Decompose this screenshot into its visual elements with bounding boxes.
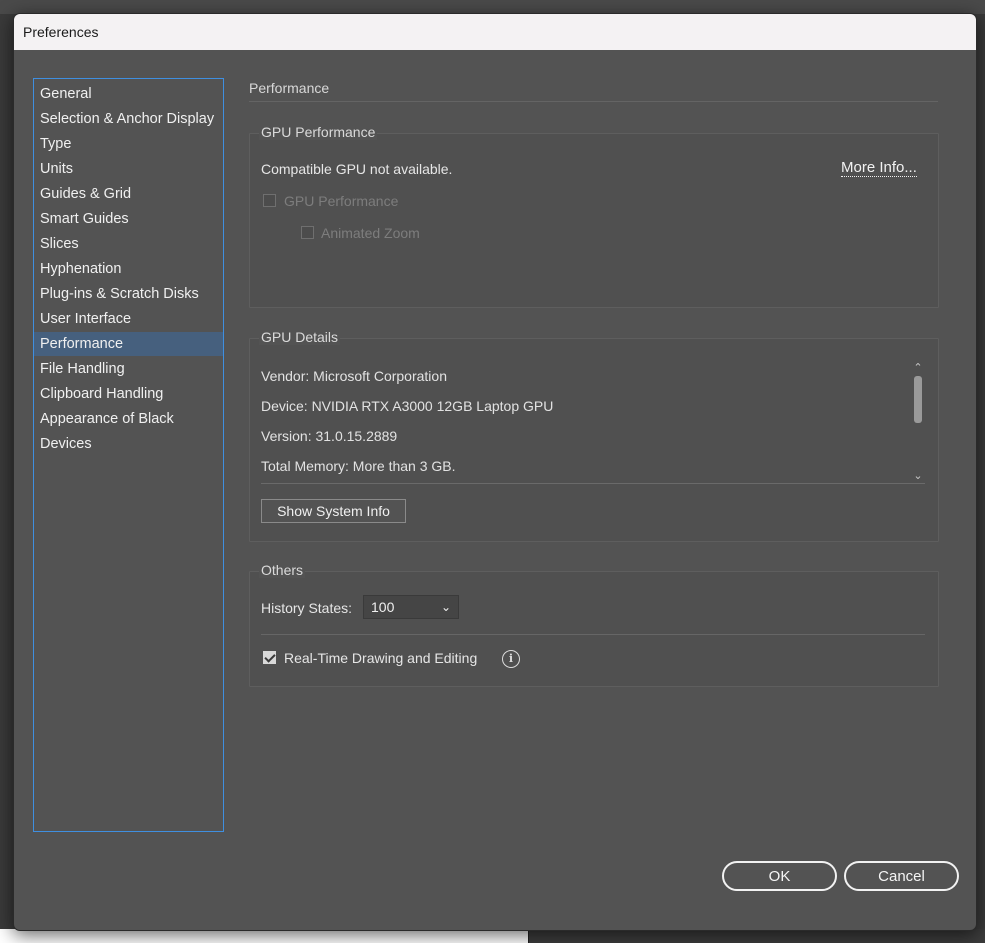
- category-plugins-scratch-disks[interactable]: Plug-ins & Scratch Disks: [34, 282, 223, 306]
- history-states-label: History States:: [261, 600, 353, 616]
- chevron-down-icon: ⌄: [440, 600, 451, 614]
- scroll-thumb[interactable]: [914, 376, 922, 423]
- gpu-status-text: Compatible GPU not available.: [261, 161, 453, 177]
- section-title: Performance: [249, 80, 330, 96]
- more-info-link[interactable]: More Info...: [841, 160, 917, 177]
- category-selection-anchor-display[interactable]: Selection & Anchor Display: [34, 107, 223, 131]
- scroll-down-icon[interactable]: ⌄: [911, 469, 925, 483]
- background-app-bar: [0, 0, 985, 14]
- category-list[interactable]: General Selection & Anchor Display Type …: [33, 78, 224, 832]
- category-type[interactable]: Type: [34, 132, 223, 156]
- details-list-bottom-border: [261, 483, 925, 484]
- realtime-drawing-checkbox[interactable]: [263, 651, 276, 664]
- gpu-details-scrollbar[interactable]: ⌃ ⌄: [911, 361, 925, 485]
- category-performance[interactable]: Performance: [34, 332, 223, 356]
- category-clipboard-handling[interactable]: Clipboard Handling: [34, 382, 223, 406]
- history-states-value: 100: [371, 599, 395, 615]
- background-strip: [0, 929, 528, 943]
- category-slices[interactable]: Slices: [34, 232, 223, 256]
- category-hyphenation[interactable]: Hyphenation: [34, 257, 223, 281]
- info-icon[interactable]: i: [502, 650, 520, 668]
- title-bar[interactable]: Preferences: [14, 14, 976, 50]
- gpu-vendor-text: Vendor: Microsoft Corporation: [261, 368, 447, 384]
- show-system-info-button[interactable]: Show System Info: [261, 499, 406, 523]
- category-user-interface[interactable]: User Interface: [34, 307, 223, 331]
- others-legend: Others: [259, 562, 306, 578]
- gpu-performance-checkbox[interactable]: [263, 194, 276, 207]
- animated-zoom-checkbox-label: Animated Zoom: [321, 225, 420, 241]
- scroll-up-icon[interactable]: ⌃: [911, 361, 925, 375]
- category-devices[interactable]: Devices: [34, 432, 223, 456]
- realtime-drawing-label: Real-Time Drawing and Editing: [284, 650, 478, 666]
- category-appearance-of-black[interactable]: Appearance of Black: [34, 407, 223, 431]
- window-title: Preferences: [23, 24, 99, 40]
- section-divider: [249, 101, 938, 102]
- category-file-handling[interactable]: File Handling: [34, 357, 223, 381]
- gpu-details-legend: GPU Details: [259, 329, 341, 345]
- preferences-dialog: Preferences General Selection & Anchor D…: [13, 13, 977, 931]
- cancel-button[interactable]: Cancel: [844, 861, 959, 891]
- gpu-performance-legend: GPU Performance: [259, 124, 378, 140]
- others-group: [249, 571, 939, 687]
- background-strip-dark: [528, 929, 985, 943]
- gpu-device-text: Device: NVIDIA RTX A3000 12GB Laptop GPU: [261, 398, 554, 414]
- gpu-details-list[interactable]: Vendor: Microsoft Corporation Device: NV…: [261, 362, 925, 486]
- gpu-version-text: Version: 31.0.15.2889: [261, 428, 398, 444]
- ok-button[interactable]: OK: [722, 861, 837, 891]
- others-divider: [261, 634, 925, 635]
- gpu-memory-text: Total Memory: More than 3 GB.: [261, 458, 456, 474]
- gpu-performance-group: [249, 133, 939, 308]
- gpu-performance-checkbox-label: GPU Performance: [284, 193, 399, 209]
- category-general[interactable]: General: [34, 82, 223, 106]
- category-units[interactable]: Units: [34, 157, 223, 181]
- category-smart-guides[interactable]: Smart Guides: [34, 207, 223, 231]
- animated-zoom-checkbox[interactable]: [301, 226, 314, 239]
- category-guides-grid[interactable]: Guides & Grid: [34, 182, 223, 206]
- history-states-select[interactable]: 100 ⌄: [363, 595, 459, 619]
